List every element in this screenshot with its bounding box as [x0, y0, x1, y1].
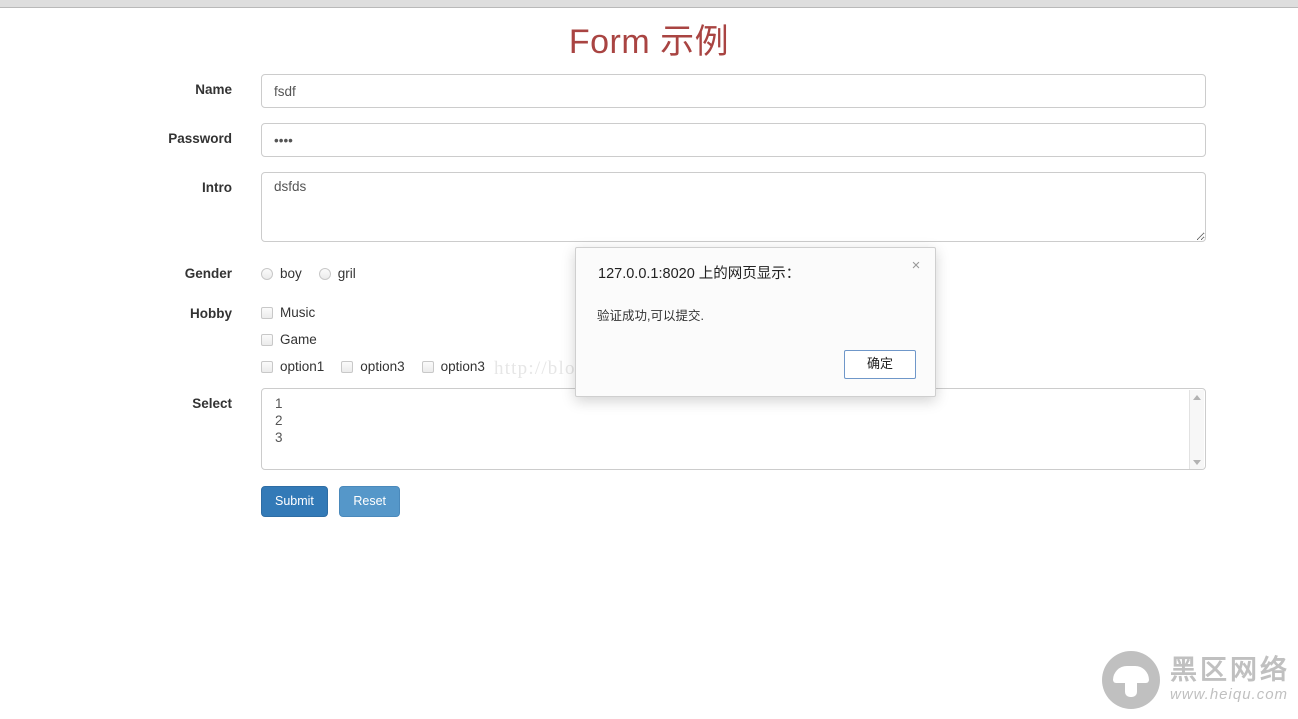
select-option-list: 1 2 3	[275, 395, 283, 446]
hobby-option-label: option3	[360, 359, 405, 374]
form-row-name: Name	[0, 74, 1298, 123]
checkbox-icon[interactable]	[261, 307, 273, 319]
control-password	[261, 123, 1206, 157]
hobby-option-option1[interactable]: option1	[261, 358, 324, 376]
gender-option-label: gril	[337, 266, 356, 281]
close-icon[interactable]: ×	[905, 255, 927, 277]
select-listbox[interactable]: 1 2 3	[261, 388, 1206, 470]
hobby-option-option3-a[interactable]: option3	[341, 358, 405, 376]
control-select: 1 2 3	[261, 388, 1206, 470]
control-intro	[261, 172, 1206, 242]
checkbox-icon[interactable]	[261, 334, 273, 346]
form-row-select: Select 1 2 3	[0, 388, 1298, 484]
hobby-option-game[interactable]: Game	[261, 331, 485, 349]
dialog-message: 验证成功,可以提交.	[597, 309, 704, 323]
password-input[interactable]	[261, 123, 1206, 157]
gender-option-boy[interactable]: boy	[261, 265, 302, 283]
scroll-down-icon[interactable]	[1193, 460, 1201, 465]
form-row-password: Password	[0, 123, 1298, 172]
label-select: Select	[192, 396, 232, 411]
dialog-ok-button[interactable]: 确定	[844, 350, 916, 379]
form-row-actions: Submit Reset	[0, 484, 1298, 528]
heiqu-brand-url: www.heiqu.com	[1170, 686, 1289, 703]
label-name: Name	[195, 82, 232, 97]
hobby-option-label: Music	[280, 305, 316, 320]
hobby-option-label: option3	[440, 359, 485, 374]
mushroom-logo-icon	[1102, 651, 1160, 709]
hobby-option-label: Game	[280, 332, 317, 347]
mushroom-stem	[1125, 680, 1137, 697]
label-intro: Intro	[202, 180, 232, 195]
hobby-option-option3-b[interactable]: option3	[421, 358, 485, 376]
gender-option-label: boy	[280, 266, 302, 281]
page-root: Form 示例 Name Password Intro Gender	[0, 0, 1298, 719]
scroll-up-icon[interactable]	[1193, 395, 1201, 400]
label-password: Password	[168, 131, 232, 146]
select-option[interactable]: 3	[275, 429, 283, 446]
intro-textarea[interactable]	[261, 172, 1206, 242]
radio-icon[interactable]	[318, 268, 331, 280]
submit-button[interactable]: Submit	[261, 486, 328, 517]
hobby-checkbox-group: Music Game option1 option3 option3	[261, 304, 502, 376]
name-input[interactable]	[261, 74, 1206, 108]
label-hobby: Hobby	[190, 306, 232, 321]
reset-button[interactable]: Reset	[339, 486, 401, 517]
label-gender: Gender	[184, 266, 232, 281]
hobby-option-row-inline: option1 option3 option3	[261, 358, 502, 376]
dialog-title: 127.0.0.1:8020 上的网页显示：	[598, 266, 801, 282]
gender-radio-group: boy gril	[261, 265, 373, 283]
radio-icon[interactable]	[261, 268, 273, 280]
select-option[interactable]: 2	[275, 412, 283, 429]
checkbox-icon[interactable]	[261, 361, 273, 373]
gender-option-gril[interactable]: gril	[318, 265, 356, 283]
hobby-option-music[interactable]: Music	[261, 304, 485, 322]
browser-top-strip	[0, 0, 1298, 8]
select-option[interactable]: 1	[275, 395, 283, 412]
form-actions: Submit Reset	[261, 486, 401, 517]
page-title: Form 示例	[568, 23, 730, 61]
checkbox-icon[interactable]	[341, 361, 354, 373]
hobby-option-label: option1	[280, 359, 325, 374]
control-name	[261, 74, 1206, 108]
checkbox-icon[interactable]	[421, 361, 434, 373]
heiqu-watermark: 黑区网络 www.heiqu.com	[1102, 651, 1290, 709]
heiqu-watermark-text: 黑区网络 www.heiqu.com	[1170, 656, 1290, 704]
heiqu-brand-cn: 黑区网络	[1170, 655, 1290, 686]
alert-dialog: 127.0.0.1:8020 上的网页显示： × 验证成功,可以提交. 确定	[575, 247, 936, 397]
select-scrollbar[interactable]	[1189, 390, 1204, 469]
